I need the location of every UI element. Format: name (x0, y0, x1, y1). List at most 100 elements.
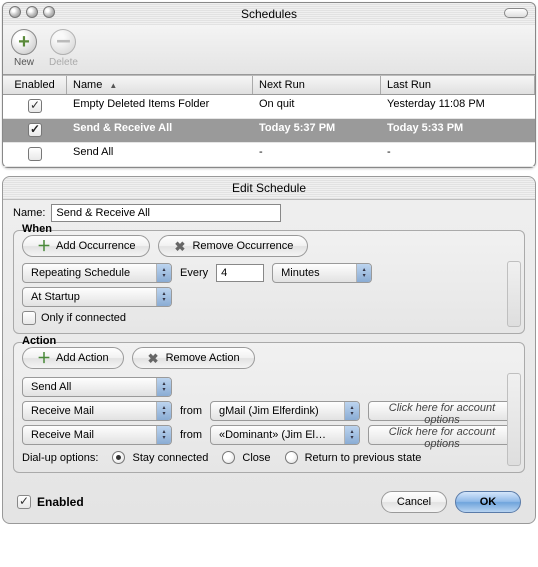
toolbar: + New – Delete (3, 25, 535, 75)
remove-occurrence-label: Remove Occurrence (192, 240, 293, 252)
row-name: Send All (67, 143, 253, 166)
row-name: Empty Deleted Items Folder (67, 95, 253, 118)
schedule-name-input[interactable] (51, 204, 281, 222)
chevrons-icon (344, 402, 359, 420)
account-popup[interactable]: gMail (Jim Elferdink) (210, 401, 360, 421)
at-startup-label: At Startup (31, 291, 80, 303)
from-label: from (180, 429, 202, 441)
when-scrollbar[interactable] (507, 261, 521, 327)
enabled-checkbox[interactable] (17, 495, 31, 509)
plus-icon: + (18, 32, 30, 52)
col-name-label: Name (73, 79, 102, 91)
action-verb-popup[interactable]: Send All (22, 377, 172, 397)
add-action-button[interactable]: ＋ Add Action (22, 347, 124, 369)
delete-label: Delete (49, 57, 78, 68)
x-icon: ✖ (173, 240, 186, 253)
table-row[interactable]: Empty Deleted Items FolderOn quitYesterd… (3, 95, 535, 119)
account-label: gMail (Jim Elferdink) (219, 405, 319, 417)
table-row[interactable]: Send All-- (3, 143, 535, 167)
dialup-return-label: Return to previous state (305, 452, 422, 464)
dialup-close-radio[interactable]: Close (222, 451, 270, 464)
row-enabled-checkbox[interactable] (28, 99, 42, 113)
row-enabled-checkbox[interactable] (28, 123, 42, 137)
panel-footer: Enabled Cancel OK (3, 481, 535, 515)
sort-asc-icon: ▲ (109, 81, 117, 90)
toolbar-toggle-button[interactable] (504, 8, 528, 18)
chevrons-icon (156, 378, 171, 396)
window-title: Schedules (241, 7, 297, 21)
action-row: Receive Mail from «Dominant» (Jim El… Click… (22, 425, 516, 445)
row-name: Send & Receive All (67, 119, 253, 142)
dialup-return-radio[interactable]: Return to previous state (285, 451, 422, 464)
delete-button[interactable]: – Delete (49, 29, 78, 68)
name-label: Name: (13, 207, 45, 219)
at-startup-popup[interactable]: At Startup (22, 287, 172, 307)
only-if-connected-label: Only if connected (41, 312, 126, 324)
action-verb-popup[interactable]: Receive Mail (22, 425, 172, 445)
action-group: Action ＋ Add Action ✖ Remove Action Send… (13, 342, 525, 473)
edit-schedule-panel: Edit Schedule Name: When ＋ Add Occurrenc… (2, 176, 536, 524)
row-next-run: - (253, 143, 381, 166)
plus-icon: ＋ (37, 352, 50, 365)
row-next-run: On quit (253, 95, 381, 118)
action-verb-label: Send All (31, 381, 71, 393)
minimize-icon[interactable] (26, 6, 38, 18)
radio-icon (222, 451, 235, 464)
action-scrollbar[interactable] (507, 373, 521, 466)
action-verb-label: Receive Mail (31, 405, 94, 417)
row-enabled-checkbox[interactable] (28, 147, 42, 161)
chevrons-icon (156, 264, 171, 282)
row-last-run: Yesterday 11:08 PM (381, 95, 535, 118)
account-options-button[interactable]: Click here for account options (368, 425, 516, 445)
remove-action-button[interactable]: ✖ Remove Action (132, 347, 255, 369)
col-enabled[interactable]: Enabled (3, 76, 67, 94)
col-last-run[interactable]: Last Run (381, 76, 535, 94)
dialup-label: Dial-up options: (22, 452, 98, 464)
repeating-schedule-popup[interactable]: Repeating Schedule (22, 263, 172, 283)
account-popup[interactable]: «Dominant» (Jim El… (210, 425, 360, 445)
col-name[interactable]: Name ▲ (67, 76, 253, 94)
every-label: Every (180, 267, 208, 279)
from-label: from (180, 405, 202, 417)
every-unit-popup[interactable]: Minutes (272, 263, 372, 283)
only-if-connected-checkbox[interactable] (22, 311, 36, 325)
close-icon[interactable] (9, 6, 21, 18)
enabled-label: Enabled (37, 495, 84, 509)
chevrons-icon (344, 426, 359, 444)
ok-button[interactable]: OK (455, 491, 521, 513)
panel-title: Edit Schedule (3, 177, 535, 200)
add-occurrence-button[interactable]: ＋ Add Occurrence (22, 235, 150, 257)
cancel-button[interactable]: Cancel (381, 491, 447, 513)
table-row[interactable]: Send & Receive AllToday 5:37 PMToday 5:3… (3, 119, 535, 143)
schedules-window: Schedules + New – Delete Enabled Name ▲ … (2, 2, 536, 168)
chevrons-icon (356, 264, 371, 282)
row-last-run: Today 5:33 PM (381, 119, 535, 142)
when-group-label: When (20, 223, 54, 235)
table-header: Enabled Name ▲ Next Run Last Run (3, 75, 535, 95)
every-value-input[interactable] (216, 264, 264, 282)
action-verb-popup[interactable]: Receive Mail (22, 401, 172, 421)
row-last-run: - (381, 143, 535, 166)
radio-icon (112, 451, 125, 464)
dialup-stay-label: Stay connected (133, 452, 209, 464)
chevrons-icon (156, 402, 171, 420)
plus-icon: ＋ (37, 240, 50, 253)
radio-icon (285, 451, 298, 464)
action-group-label: Action (20, 335, 58, 347)
repeating-schedule-label: Repeating Schedule (31, 267, 130, 279)
action-row: Send All (22, 377, 516, 397)
dialup-stay-radio[interactable]: Stay connected (112, 451, 208, 464)
when-group: When ＋ Add Occurrence ✖ Remove Occurrenc… (13, 230, 525, 334)
account-options-button[interactable]: Click here for account options (368, 401, 516, 421)
cancel-label: Cancel (397, 496, 431, 508)
action-verb-label: Receive Mail (31, 429, 94, 441)
remove-occurrence-button[interactable]: ✖ Remove Occurrence (158, 235, 308, 257)
ok-label: OK (480, 496, 497, 508)
add-occurrence-label: Add Occurrence (56, 240, 135, 252)
x-icon: ✖ (147, 352, 160, 365)
remove-action-label: Remove Action (166, 352, 240, 364)
chevrons-icon (156, 288, 171, 306)
new-button[interactable]: + New (11, 29, 37, 68)
col-next-run[interactable]: Next Run (253, 76, 381, 94)
zoom-icon[interactable] (43, 6, 55, 18)
